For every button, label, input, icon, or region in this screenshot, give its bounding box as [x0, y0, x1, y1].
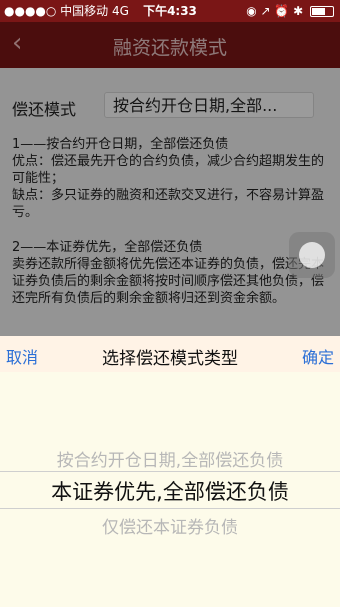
status-icons-glyphs: ◉ ↗ ⏰ ✱: [246, 4, 304, 18]
picker-title: 选择偿还模式类型: [102, 349, 238, 369]
assistive-touch-button[interactable]: [289, 232, 335, 278]
picker-option[interactable]: 按合约开仓日期,全部偿还负债: [0, 446, 340, 471]
status-bar: ●●●●○ 中国移动 4G 下午4:33 ◉ ↗ ⏰ ✱: [0, 0, 340, 22]
status-icons: ◉ ↗ ⏰ ✱: [246, 0, 334, 22]
picker-header: 取消 选择偿还模式类型 确定: [0, 336, 340, 372]
picker-option-selected[interactable]: 本证券优先,全部偿还负债: [0, 476, 340, 506]
assistive-touch-icon: [299, 242, 325, 268]
picker-selection-bottom-line: [0, 508, 340, 509]
confirm-button[interactable]: 确定: [302, 344, 334, 368]
modal-dim-overlay[interactable]: [0, 22, 340, 336]
picker-selection-top-line: [0, 471, 340, 472]
picker-option[interactable]: 仅偿还本证券负债: [0, 513, 340, 538]
picker-wheel[interactable]: 按合约开仓日期,全部偿还负债 本证券优先,全部偿还负债 仅偿还本证券负债: [0, 372, 340, 607]
battery-icon: [310, 6, 334, 17]
